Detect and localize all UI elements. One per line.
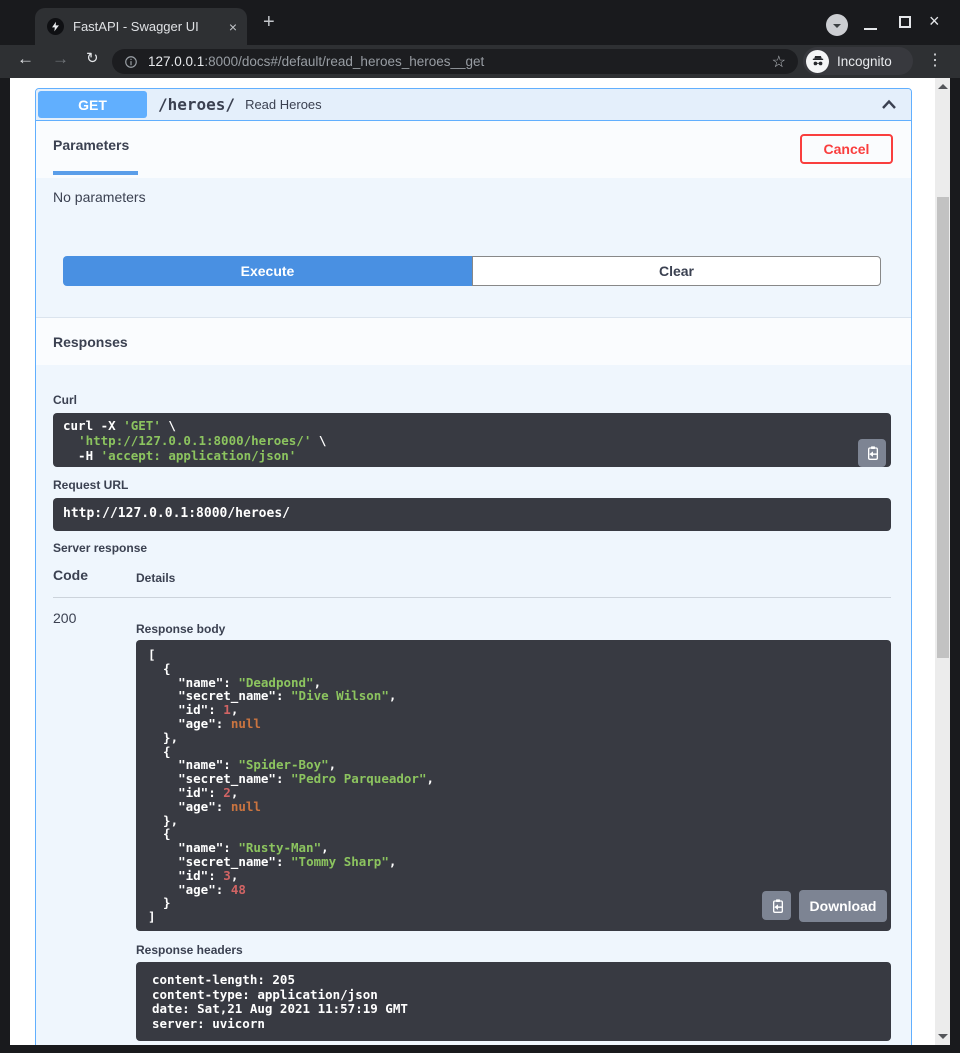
- browser-menu-icon[interactable]: ⋮: [927, 50, 943, 70]
- fastapi-favicon-icon: [47, 18, 64, 35]
- clear-button[interactable]: Clear: [472, 256, 881, 286]
- code-column-header: Code: [53, 567, 88, 583]
- response-body-label: Response body: [136, 622, 225, 636]
- execute-button[interactable]: Execute: [63, 256, 472, 286]
- tab-title: FastAPI - Swagger UI: [73, 19, 220, 34]
- browser-toolbar: ← → ↻ 127.0.0.1:8000/docs#/default/read_…: [0, 45, 960, 78]
- response-table-divider: [53, 597, 891, 598]
- scrollbar-down-icon[interactable]: [938, 1034, 948, 1039]
- parameters-tab-underline: [53, 171, 138, 175]
- bookmark-star-icon[interactable]: ☆: [772, 52, 786, 72]
- response-headers-label: Response headers: [136, 943, 243, 957]
- reload-icon[interactable]: ↻: [86, 49, 99, 67]
- url-path: :8000/docs#/default/read_heroes_heroes__…: [204, 54, 484, 69]
- request-url-label: Request URL: [53, 478, 128, 492]
- curl-label: Curl: [53, 393, 77, 407]
- responses-section-header: Responses: [36, 317, 911, 365]
- scrollbar-up-icon[interactable]: [938, 84, 948, 89]
- opblock-get-heroes: GET /heroes/ Read Heroes Parameters Canc…: [35, 88, 912, 1045]
- download-button[interactable]: Download: [799, 890, 887, 922]
- opblock-summary[interactable]: GET /heroes/ Read Heroes: [36, 89, 911, 121]
- browser-tab[interactable]: FastAPI - Swagger UI ×: [35, 8, 247, 45]
- incognito-label: Incognito: [837, 54, 892, 69]
- tab-search-icon[interactable]: [826, 14, 848, 36]
- address-bar[interactable]: 127.0.0.1:8000/docs#/default/read_heroes…: [112, 49, 798, 74]
- site-info-icon[interactable]: [124, 55, 138, 69]
- window-close-button[interactable]: ×: [929, 11, 940, 32]
- back-icon[interactable]: ←: [17, 49, 34, 69]
- page-viewport: GET /heroes/ Read Heroes Parameters Canc…: [10, 78, 935, 1045]
- window-maximize-button[interactable]: [899, 16, 911, 28]
- copy-curl-button[interactable]: [858, 439, 886, 467]
- curl-command-block: curl -X 'GET' \ 'http://127.0.0.1:8000/h…: [53, 413, 891, 467]
- responses-body: Curl curl -X 'GET' \ 'http://127.0.0.1:8…: [36, 365, 911, 1045]
- details-column-header: Details: [136, 571, 175, 585]
- response-body-block: [ { "name": "Deadpond", "secret_name": "…: [136, 640, 891, 931]
- window-minimize-button[interactable]: [864, 28, 877, 30]
- scrollbar-thumb[interactable]: [937, 197, 949, 658]
- method-badge: GET: [38, 91, 147, 118]
- incognito-icon: [806, 50, 829, 73]
- no-parameters-text: No parameters: [53, 189, 146, 205]
- browser-titlebar: FastAPI - Swagger UI × + ×: [0, 0, 960, 45]
- tab-close-icon[interactable]: ×: [229, 20, 237, 34]
- parameters-section-header: Parameters Cancel: [36, 121, 911, 178]
- forward-icon[interactable]: →: [52, 49, 69, 69]
- collapse-chevron-icon[interactable]: [879, 95, 899, 120]
- url-text[interactable]: 127.0.0.1:8000/docs#/default/read_heroes…: [148, 54, 762, 69]
- parameters-body: No parameters Execute Clear: [36, 178, 911, 317]
- incognito-badge: Incognito: [803, 47, 913, 75]
- responses-title: Responses: [53, 334, 128, 350]
- endpoint-summary: Read Heroes: [245, 97, 322, 112]
- request-url-block: http://127.0.0.1:8000/heroes/: [53, 498, 891, 531]
- copy-response-button[interactable]: [762, 891, 791, 920]
- status-code: 200: [53, 610, 76, 626]
- endpoint-path: /heroes/: [158, 95, 235, 114]
- response-headers-block: content-length: 205content-type: applica…: [136, 962, 891, 1041]
- server-response-label: Server response: [53, 541, 147, 555]
- parameters-title: Parameters: [53, 137, 129, 153]
- execute-row: Execute Clear: [63, 256, 881, 286]
- cancel-button[interactable]: Cancel: [800, 134, 893, 164]
- new-tab-button[interactable]: +: [263, 11, 275, 34]
- url-host: 127.0.0.1: [148, 54, 204, 69]
- page-scrollbar[interactable]: [935, 78, 950, 1045]
